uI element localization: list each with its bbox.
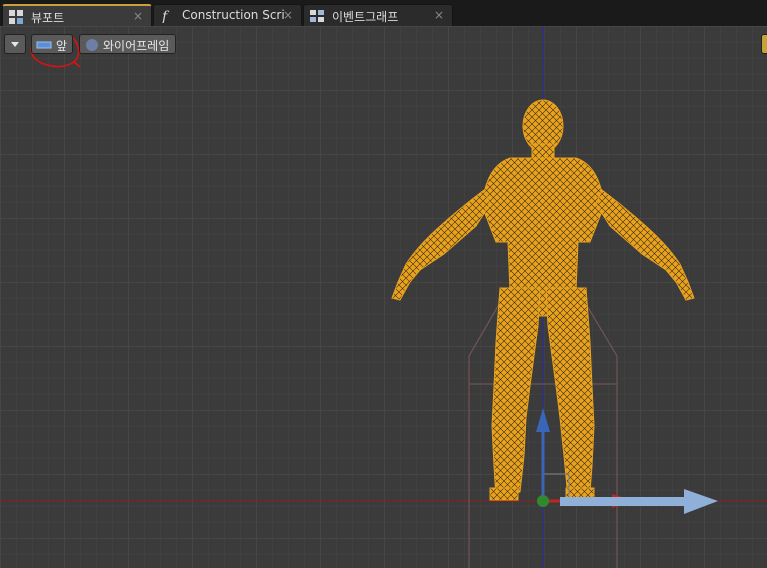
render-mode-button[interactable]: 와이어프레임 bbox=[79, 34, 176, 54]
wireframe-icon bbox=[86, 39, 98, 51]
viewport[interactable]: 앞 와이어프레임 bbox=[0, 26, 767, 568]
pivot-icon[interactable] bbox=[537, 495, 549, 507]
render-mode-label: 와이어프레임 bbox=[103, 39, 170, 53]
tab-event-graph[interactable]: 이벤트그래프 × bbox=[303, 4, 453, 26]
front-view-icon bbox=[36, 41, 52, 49]
event-graph-icon bbox=[310, 10, 324, 22]
viewport-grid bbox=[0, 26, 767, 568]
viewport-options-button[interactable] bbox=[761, 34, 767, 54]
viewport-scene bbox=[0, 26, 767, 568]
close-icon[interactable]: × bbox=[434, 8, 444, 22]
close-icon[interactable]: × bbox=[133, 9, 143, 23]
svg-text:f: f bbox=[161, 9, 170, 23]
close-icon[interactable]: × bbox=[283, 8, 293, 22]
tab-construction-script[interactable]: f Construction Scrip × bbox=[153, 4, 302, 26]
chevron-down-icon bbox=[11, 42, 19, 47]
tab-label: 이벤트그래프 bbox=[332, 10, 399, 24]
function-icon: f bbox=[161, 9, 170, 23]
tab-bar: 뷰포트 × f Construction Scrip × 이벤트그래프 × bbox=[0, 0, 767, 26]
view-mode-button[interactable]: 앞 bbox=[31, 34, 73, 54]
view-mode-label: 앞 bbox=[56, 39, 68, 53]
viewport-menu-button[interactable] bbox=[4, 34, 26, 54]
tab-label: 뷰포트 bbox=[31, 11, 65, 25]
tab-label: Construction Scrip bbox=[182, 8, 284, 22]
drag-arrow-shaft[interactable] bbox=[560, 497, 686, 506]
tab-viewport[interactable]: 뷰포트 × bbox=[2, 4, 152, 26]
viewport-icon bbox=[9, 10, 23, 24]
